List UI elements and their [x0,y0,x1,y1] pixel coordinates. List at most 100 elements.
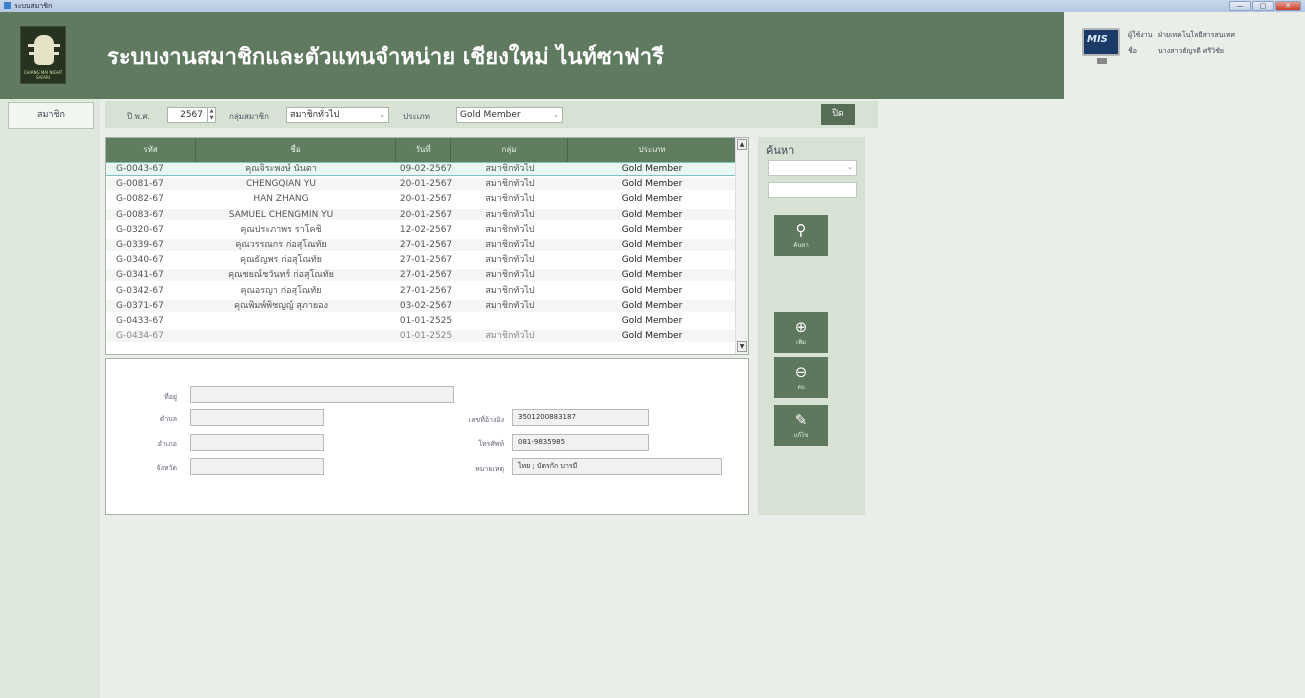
plus-circle-icon: ⊕ [794,318,808,336]
close-button[interactable]: ปิด [821,104,855,125]
cell-id: G-0371-67 [116,300,164,311]
cell-id: G-0339-67 [116,240,164,250]
grid-scrollbar[interactable]: ▲ ▼ [735,138,748,354]
cell-id: G-0081-67 [116,179,164,190]
cell-date: 03-02-2567 [399,300,453,311]
cell-date: 01-01-2525 [399,331,453,342]
maximize-button[interactable]: ▢ [1252,1,1274,11]
phone-field[interactable]: 081-9835985 [512,434,649,451]
subdistrict-field[interactable] [190,409,324,426]
table-row[interactable]: G-0083-67 SAMUEL CHENGMIN YU 20-01-2567 สมา… [106,208,736,221]
district-field[interactable] [190,434,324,451]
minimize-button[interactable]: — [1229,1,1251,11]
close-window-button[interactable]: ✕ [1275,1,1301,11]
search-type-select[interactable]: ⌄ [768,160,857,176]
search-title: ค้นหา [766,144,795,157]
cell-date: 27-01-2567 [399,255,453,266]
table-row[interactable]: G-0371-67 คุณพิมพ์พิชญญ์ สุภายอง 03-02-256… [106,299,736,312]
cell-id: G-0082-67 [116,194,164,205]
search-button[interactable]: ⚲ ค้นหา [774,215,828,256]
note-field[interactable]: ไทย ; บัตรกัก บารมี [512,458,722,475]
nav-members-button[interactable]: สมาชิก [8,102,94,129]
cell-id: G-0433-67 [116,316,164,326]
mis-monitor-icon: MIS [1082,28,1120,56]
phone-label: โทรศัพท์ [478,440,504,448]
chevron-down-icon[interactable]: ⌄ [551,109,561,121]
group-label: กลุ่มสมาชิก [229,112,269,121]
column-header-id[interactable]: รหัส [106,138,196,162]
table-row[interactable]: G-0082-67 HAN ZHANG 20-01-2567 สมาชิกทั่วไป… [106,193,736,205]
filter-bar: ปี พ.ศ. 2567 ▲ ▼ กลุ่มสมาชิก สมาชิกทั่วไป… [105,101,878,128]
logo-emblem-icon [28,35,60,65]
address-field[interactable] [190,386,454,403]
table-row[interactable]: G-0433-67 01-01-2525 Gold Member [106,315,736,327]
cell-id: G-0434-67 [116,331,164,342]
table-row[interactable]: G-0342-67 คุณอรญา ก่อสุโณทัย 27-01-2567 สมา… [106,285,736,297]
name-label: ชื่อ [1128,47,1137,55]
column-header-date[interactable]: วันที่ [396,138,451,162]
year-value: 2567 [180,110,203,120]
search-button-label: ค้นหา [793,242,809,249]
reference-field[interactable]: 3501200883187 [512,409,649,426]
district-label: อำเภอ [157,440,177,448]
add-button[interactable]: ⊕ เพิ่ม [774,312,828,353]
table-row[interactable]: G-0339-67 คุณวรรณกร ก่อสุโณทัย 27-01-2567 ส… [106,239,736,251]
delete-button[interactable]: ⊖ ลบ [774,357,828,398]
cell-name: SAMUEL CHENGMIN YU [228,209,334,220]
province-field[interactable] [190,458,324,475]
column-header-type[interactable]: ประเภท [568,138,736,162]
cell-type: Gold Member [621,240,683,250]
cell-date: 20-01-2567 [399,209,453,220]
table-row[interactable]: G-0434-67 01-01-2525 สมาชิกทั่วไป Gold Memb… [106,330,736,342]
year-spin-icon[interactable]: ▲ ▼ [207,108,215,122]
chevron-down-icon[interactable]: ⌄ [847,163,853,171]
cell-date: 27-01-2567 [399,240,453,250]
year-stepper[interactable]: 2567 ▲ ▼ [167,107,216,123]
cell-id: G-0083-67 [116,209,164,220]
delete-button-label: ลบ [797,384,805,391]
reference-label: เลขที่อ้างอิง [468,416,504,424]
user-value: ฝ่ายเทคโนโลยีสารสนเทศ [1158,31,1235,39]
cell-name [196,315,366,327]
column-header-group[interactable]: กลุ่ม [451,138,568,162]
table-row[interactable]: G-0341-67 คุณชยณ์ชวันทร์ ก่อสุโณทัย 27-01-… [106,269,736,282]
user-panel: MIS ผู้ใช้งาน ฝ่ายเทคโนโลยีสารสนเทศ ชื่อ น… [1064,12,1305,99]
cell-group: สมาชิกทั่วไป [485,331,535,342]
table-row[interactable]: G-0081-67 CHENGQIAN YU 20-01-2567 สมาชิกทั่… [106,178,736,190]
column-header-name[interactable]: ชื่อ [196,138,396,162]
members-grid[interactable]: รหัส ชื่อ วันที่ กลุ่ม ประเภท G-0043-67 ค… [105,137,749,355]
subdistrict-label: ตำบล [159,415,177,423]
table-row[interactable]: G-0320-67 คุณประภาพร ราโคชิ 12-02-2567 สมาช… [106,224,736,236]
cell-type: Gold Member [621,179,683,190]
type-select[interactable]: Gold Member ⌄ [456,107,563,123]
window-title: ระบบสมาชิก [4,1,52,12]
cell-date: 01-01-2525 [399,316,453,326]
search-input[interactable] [768,182,857,198]
cell-name: คุณชยณ์ชวันทร์ ก่อสุโณทัย [228,270,334,281]
scroll-down-icon[interactable]: ▼ [737,341,747,352]
table-row[interactable]: G-0043-67 คุณจิระพงษ์ นันตา 09-02-2567 สมาช… [106,162,737,176]
user-line: ผู้ใช้งาน ฝ่ายเทคโนโลยีสารสนเทศ [1128,30,1235,41]
logo-text: CHIANG MAI NIGHT SAFARI [23,70,63,80]
cell-type: Gold Member [621,331,683,342]
cell-type: Gold Member [621,285,683,296]
cell-group: สมาชิกทั่วไป [485,255,535,266]
group-select[interactable]: สมาชิกทั่วไป ⌄ [286,107,389,123]
cell-group: สมาชิกทั่วไป [485,285,535,296]
cell-date: 27-01-2567 [399,285,453,296]
night-safari-logo: CHIANG MAI NIGHT SAFARI [20,26,66,84]
chevron-down-icon[interactable]: ⌄ [377,109,387,121]
cell-type: Gold Member [621,316,683,326]
cell-id: G-0340-67 [116,255,164,266]
cell-group: สมาชิกทั่วไป [485,164,535,174]
table-row[interactable]: G-0340-67 คุณธัญพร ก่อสุโณทัย 27-01-2567 สม… [106,254,736,266]
window-titlebar: ระบบสมาชิก — ▢ ✕ [0,0,1305,12]
edit-button[interactable]: ✎ แก้ไข [774,405,828,446]
scroll-up-icon[interactable]: ▲ [737,139,747,150]
year-label: ปี พ.ศ. [127,112,151,121]
app-icon [4,2,11,9]
window-title-text: ระบบสมาชิก [14,2,53,10]
cell-group: สมาชิกทั่วไป [485,209,535,220]
cell-group: สมาชิกทั่วไป [485,194,535,205]
cell-group: สมาชิกทั่วไป [485,179,535,190]
